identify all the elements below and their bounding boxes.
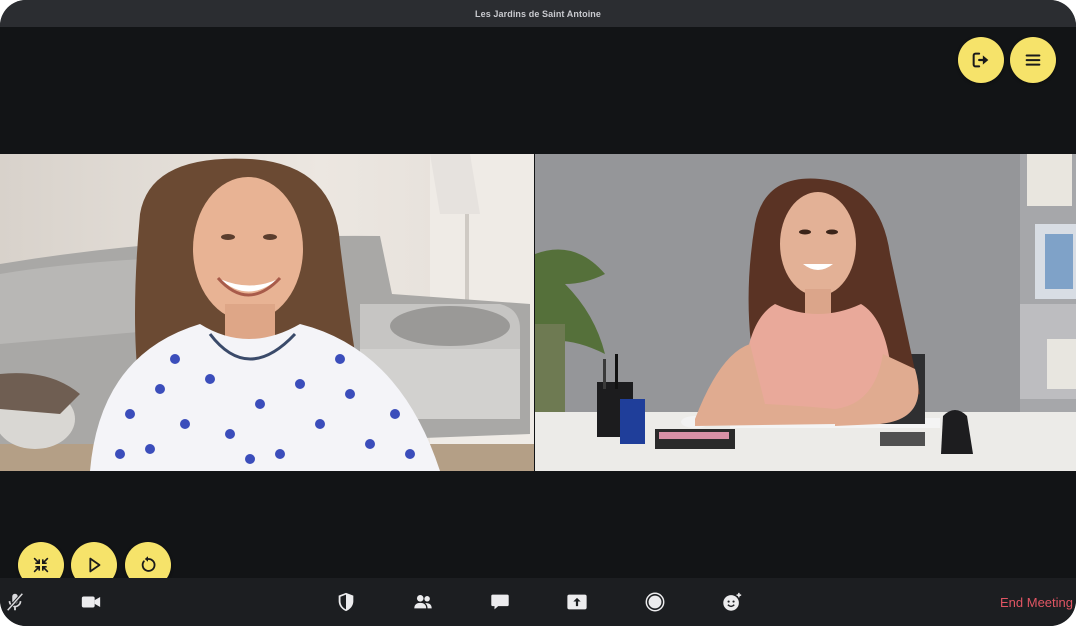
minimize-icon xyxy=(33,557,49,573)
reactions-icon xyxy=(723,592,742,611)
window-title: Les Jardins de Saint Antoine xyxy=(475,8,601,19)
participant-video-right[interactable] xyxy=(535,154,1076,471)
reactions-button[interactable] xyxy=(721,590,743,614)
menu-icon xyxy=(1025,54,1041,66)
menu-button[interactable] xyxy=(1010,37,1056,83)
replay-icon xyxy=(141,556,156,572)
chat-icon xyxy=(491,594,509,610)
end-meeting-button[interactable]: End Meeting xyxy=(1000,595,1073,610)
title-bar: Les Jardins de Saint Antoine xyxy=(0,0,1076,27)
play-icon xyxy=(89,557,101,573)
video-toggle-button[interactable] xyxy=(80,590,102,614)
video-camera-icon xyxy=(81,596,101,608)
leave-icon xyxy=(972,52,989,68)
meeting-window: Les Jardins de Saint Antoine End Meeting xyxy=(0,0,1076,626)
participants-icon xyxy=(414,595,432,609)
mute-button[interactable] xyxy=(4,590,26,614)
chat-button[interactable] xyxy=(489,590,511,614)
mic-muted-icon xyxy=(6,592,24,612)
meeting-toolbar: End Meeting xyxy=(0,578,1076,626)
share-screen-icon xyxy=(567,594,587,610)
leave-button[interactable] xyxy=(958,37,1004,83)
record-icon xyxy=(645,592,665,612)
record-button[interactable] xyxy=(644,590,666,614)
share-screen-button[interactable] xyxy=(566,590,588,614)
participant-video-right-image xyxy=(535,154,1076,471)
participant-video-left-image xyxy=(0,154,534,471)
security-shield-icon xyxy=(338,592,354,612)
security-button[interactable] xyxy=(335,590,357,614)
participant-video-left[interactable] xyxy=(0,154,534,471)
participants-button[interactable] xyxy=(412,590,434,614)
